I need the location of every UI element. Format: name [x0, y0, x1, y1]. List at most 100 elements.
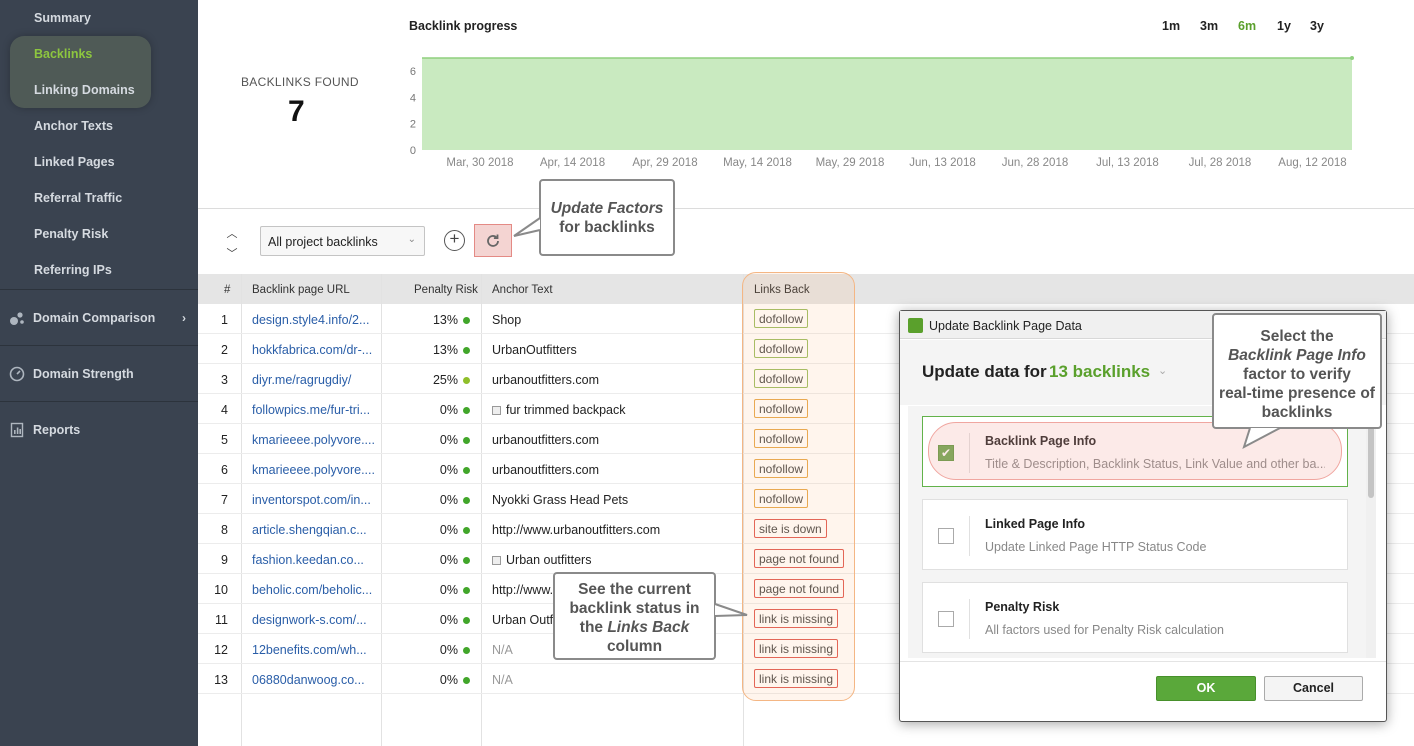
backlink-url-link[interactable]: kmarieeee.polyvore....	[252, 433, 377, 447]
column-header-penalty-risk[interactable]: Penalty Risk	[414, 284, 478, 296]
range-1y[interactable]: 1y	[1277, 19, 1291, 33]
factor-linked-page-info[interactable]: Linked Page Info Update Linked Page HTTP…	[922, 499, 1348, 570]
anchor-text: Urban Outfi	[492, 613, 556, 627]
refresh-button[interactable]	[474, 224, 512, 257]
backlinks-filter-select[interactable]: All project backlinks ⌄	[260, 226, 425, 256]
sidebar-item-linked-pages[interactable]: Linked Pages	[34, 155, 115, 169]
cancel-button[interactable]: Cancel	[1264, 676, 1363, 701]
risk-indicator-dot	[463, 407, 470, 414]
chevron-down-icon[interactable]: ⌄	[1158, 364, 1167, 377]
backlink-url-link[interactable]: article.shengqian.c...	[252, 523, 377, 537]
dialog-footer: OK Cancel	[900, 661, 1386, 721]
column-header-num[interactable]: #	[224, 284, 230, 296]
divider	[969, 516, 970, 556]
ok-button[interactable]: OK	[1156, 676, 1256, 701]
callout-text: Select the	[1260, 328, 1334, 345]
app-window: Summary Backlinks Linking Domains Anchor…	[0, 0, 1414, 746]
x-tick-label: Mar, 30 2018	[446, 157, 513, 169]
backlink-url-link[interactable]: designwork-s.com/...	[252, 613, 377, 627]
backlink-url-link[interactable]: diyr.me/ragrugdiy/	[252, 373, 377, 387]
backlink-url-link[interactable]: 12benefits.com/wh...	[252, 643, 377, 657]
penalty-risk-value: 13%	[432, 313, 458, 327]
row-number: 2	[221, 343, 228, 357]
callout-text: factor to verify	[1243, 366, 1351, 383]
backlink-url-link[interactable]: followpics.me/fur-tri...	[252, 403, 377, 417]
backlink-url-link[interactable]: design.style4.info/2...	[252, 313, 377, 327]
backlink-url-link[interactable]: fashion.keedan.co...	[252, 553, 377, 567]
range-3m[interactable]: 3m	[1200, 19, 1218, 33]
sidebar: Summary Backlinks Linking Domains Anchor…	[0, 0, 198, 746]
penalty-risk-value: 0%	[439, 463, 458, 477]
penalty-risk-value: 0%	[439, 403, 458, 417]
sidebar-item-referral-traffic[interactable]: Referral Traffic	[34, 191, 122, 205]
callout-pointer	[1242, 427, 1281, 450]
y-tick-label: 6	[410, 66, 416, 78]
y-tick-label: 2	[410, 119, 416, 131]
callout-text: for backlinks	[559, 219, 655, 236]
chart-area-series	[422, 58, 1352, 150]
row-number: 12	[214, 643, 228, 657]
backlink-url-link[interactable]: 06880danwoog.co...	[252, 673, 377, 687]
risk-indicator-dot	[463, 437, 470, 444]
backlink-progress-chart: 0 2 4 6 Mar, 30 2018 Apr, 14 2018 Apr, 29 2018…	[410, 56, 1354, 169]
sidebar-item-backlinks[interactable]: Backlinks	[34, 47, 92, 61]
factor-title: Linked Page Info	[985, 517, 1086, 531]
sidebar-item-penalty-risk[interactable]: Penalty Risk	[34, 227, 108, 241]
factor-list-scrollbar[interactable]	[1366, 406, 1376, 658]
factor-description: Update Linked Page HTTP Status Code	[985, 540, 1207, 554]
backlink-url-link[interactable]: beholic.com/beholic...	[252, 583, 377, 597]
backlink-url-link[interactable]: inventorspot.com/in...	[252, 493, 377, 507]
penalty-risk-value: 0%	[439, 553, 458, 567]
range-6m[interactable]: 6m	[1238, 19, 1256, 33]
toolbar-divider	[198, 208, 1414, 209]
anchor-text: urbanoutfitters.com	[492, 373, 599, 387]
scrollbar-thumb[interactable]	[1368, 426, 1374, 498]
sidebar-item-referring-ips[interactable]: Referring IPs	[34, 263, 112, 277]
row-number: 11	[215, 613, 228, 627]
callout-text: column	[606, 638, 663, 655]
sidebar-section-domain-strength[interactable]: Domain Strength	[0, 345, 198, 401]
image-anchor-icon	[492, 556, 501, 565]
range-3y[interactable]: 3y	[1310, 19, 1324, 33]
factor-penalty-risk[interactable]: Penalty Risk All factors used for Penalt…	[922, 582, 1348, 653]
x-tick-label: Aug, 12 2018	[1278, 157, 1346, 169]
sidebar-section-reports[interactable]: Reports	[0, 401, 198, 457]
anchor-text: Shop	[492, 313, 522, 327]
callout-links-back: See the current backlink status in the L…	[553, 572, 716, 660]
row-number: 6	[221, 463, 228, 477]
plus-circle-icon[interactable]: +	[444, 230, 465, 251]
x-tick-label: Jun, 28 2018	[1002, 157, 1069, 169]
checkbox-penalty-risk[interactable]	[938, 611, 954, 627]
sidebar-section-label: Reports	[33, 422, 81, 437]
factor-title: Penalty Risk	[985, 600, 1060, 614]
backlink-url-link[interactable]: kmarieeee.polyvore....	[252, 463, 377, 477]
factor-description: All factors used for Penalty Risk calcul…	[985, 623, 1224, 637]
checkbox-linked-page-info[interactable]	[938, 528, 954, 544]
penalty-risk-value: 25%	[432, 373, 458, 387]
anchor-text: urbanoutfitters.com	[492, 433, 599, 447]
anchor-text: fur trimmed backpack	[492, 403, 625, 417]
reports-icon	[8, 421, 26, 439]
risk-indicator-dot	[463, 497, 470, 504]
x-tick-label: Jun, 13 2018	[909, 157, 976, 169]
links-back-highlight	[742, 272, 855, 701]
anchor-text: http://www.u	[492, 583, 561, 597]
callout-text: Update Factors	[550, 200, 664, 217]
app-logo-icon	[908, 318, 923, 333]
sidebar-item-anchor-texts[interactable]: Anchor Texts	[34, 119, 113, 133]
sidebar-item-linking-domains[interactable]: Linking Domains	[34, 83, 135, 97]
anchor-text: urbanoutfitters.com	[492, 463, 599, 477]
sort-updown-icon[interactable]: ︿ ﹀	[222, 229, 242, 260]
sidebar-item-summary[interactable]: Summary	[34, 11, 91, 25]
callout-pointer	[513, 217, 541, 237]
range-1m[interactable]: 1m	[1162, 19, 1180, 33]
sidebar-section-domain-comparison[interactable]: Domain Comparison ›	[0, 289, 198, 345]
gauge-icon	[8, 365, 26, 383]
callout-select-factor: Select the Backlink Page Info factor to …	[1212, 313, 1382, 429]
column-header-url[interactable]: Backlink page URL	[252, 284, 350, 296]
backlinks-count-selector[interactable]: 13 backlinks	[1049, 362, 1150, 382]
callout-text: Backlink Page Info	[1228, 347, 1366, 364]
column-header-anchor-text[interactable]: Anchor Text	[492, 284, 553, 296]
chevron-down-icon: ⌄	[407, 234, 416, 245]
backlink-url-link[interactable]: hokkfabrica.com/dr-...	[252, 343, 377, 357]
